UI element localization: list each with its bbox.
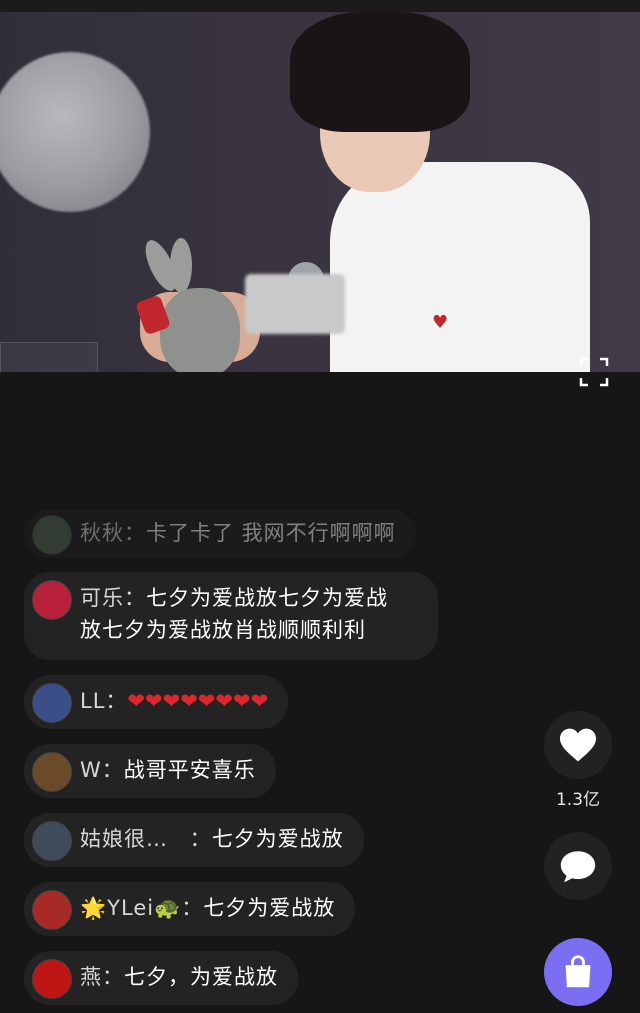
comment-button[interactable] [544,832,612,900]
comment-username: W [80,758,102,782]
moon-prop [0,52,150,212]
comment-message: 卡了卡了 我网不行啊啊啊 [146,521,396,545]
comment-item: 秋秋：卡了卡了 我网不行啊啊啊 [24,510,416,558]
comment-username: 可乐 [80,586,124,610]
avatar [32,580,72,620]
comment-item: W：战哥平安喜乐 [24,744,276,798]
comment-item: 🌟YLei🐢：七夕为爱战放 [24,882,356,936]
avatar [32,821,72,861]
heart-icon [560,728,596,762]
comment-item: 可乐：七夕为爱战放七夕为爱战 放七夕为爱战放肖战顺顺利利 [24,572,438,660]
status-strip [0,0,640,12]
shirt-logo: ♥ [432,312,449,333]
comment-message: 七夕为爱战放 [203,896,336,920]
comment-username: LL [80,689,106,713]
like-button[interactable] [544,711,612,779]
avatar [32,515,72,555]
comment-message: 七夕为爱战放 [211,827,344,851]
comment-username: 姑娘很… [80,827,168,851]
user-badge-icon: 🌟 [80,896,108,920]
avatar [32,752,72,792]
like-count: 1.3亿 [555,790,601,810]
comment-item: 姑娘很… ：七夕为爱战放 [24,813,364,867]
bunny-figurine [134,235,250,372]
shop-button[interactable] [544,938,612,1006]
display-case [0,342,98,372]
video-player[interactable]: ♥ [0,12,640,372]
comment-message: ❤❤❤❤❤❤❤❤ [127,689,269,713]
comment-message: 战哥平安喜乐 [123,758,256,782]
comment-item: 燕：七夕，为爱战放 [24,951,298,1005]
comment-item: LL：❤❤❤❤❤❤❤❤ [24,675,289,729]
comment-message-continued: 放七夕为爱战放肖战顺顺利利 [80,618,366,642]
comment-message: 七夕为爱战放七夕为爱战 [146,586,388,610]
comment-username: 秋秋 [80,521,124,545]
fullscreen-icon [579,357,609,387]
comment-username: YLei [107,896,155,920]
chat-bubble-icon [560,851,596,883]
shopping-bag-icon [565,955,591,988]
comment-message: 七夕，为爱战放 [124,965,278,989]
avatar [32,890,72,930]
comment-username: 燕 [80,965,102,989]
microphone-blurred [245,274,345,334]
fullscreen-button[interactable] [578,356,610,388]
avatar [32,683,72,723]
avatar [32,959,72,999]
turtle-icon: 🐢 [154,896,182,920]
